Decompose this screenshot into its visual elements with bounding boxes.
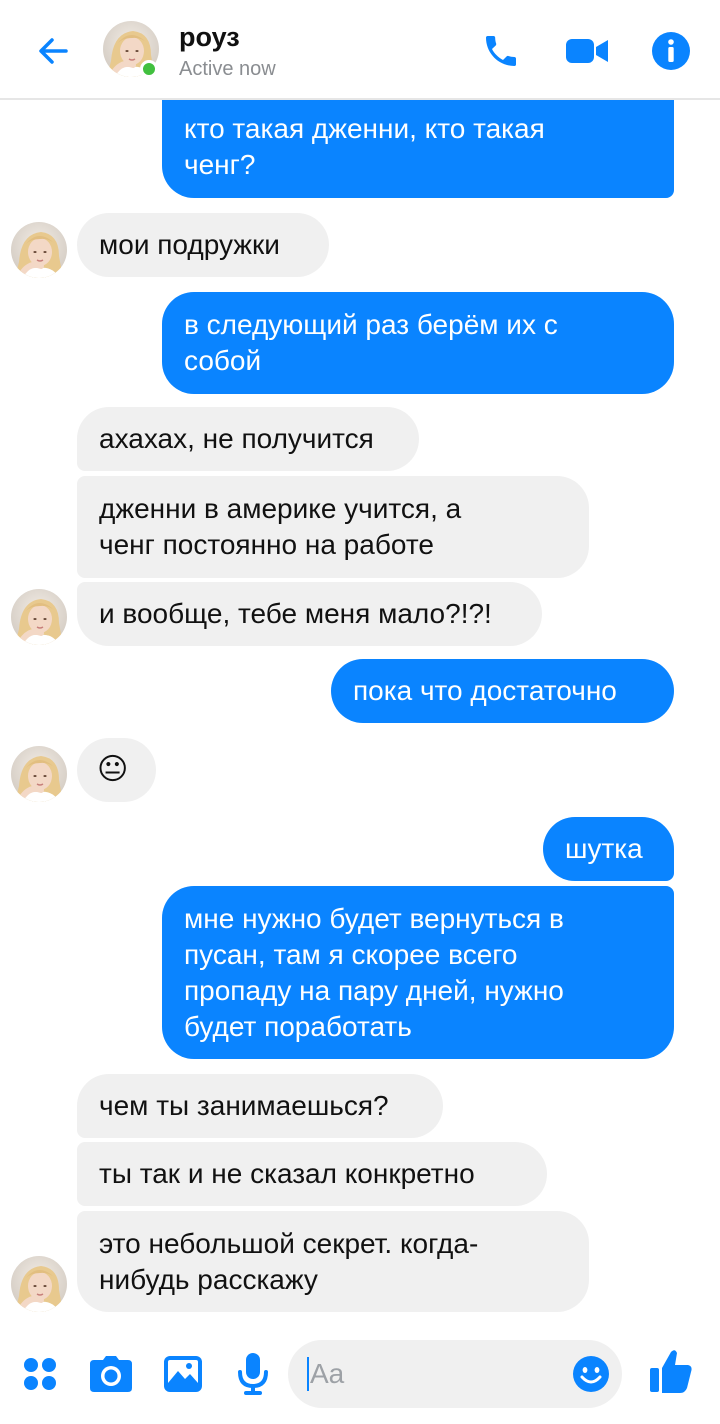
message-bubble-incoming[interactable]: ахахах, не получится <box>77 407 419 471</box>
message-input[interactable]: Aa <box>288 1340 622 1408</box>
message-bubble-outgoing[interactable]: кто такая дженни, кто такая ченг? <box>162 100 674 198</box>
contact-avatar <box>11 589 67 645</box>
message-bubble-incoming[interactable]: дженни в америке учится, а ченг постоянн… <box>77 476 589 578</box>
contact-avatar <box>11 746 67 802</box>
chat-header: роуз Active now <box>0 0 720 100</box>
contact-avatar <box>11 1256 67 1312</box>
message-bubble-outgoing[interactable]: в следующий раз берём их с собой <box>162 292 674 394</box>
composer-bar: Aa <box>0 1320 720 1424</box>
image-icon[interactable] <box>161 1352 205 1396</box>
four-dots-icon[interactable] <box>20 1354 60 1394</box>
contact-avatar <box>11 222 67 278</box>
message-bubble-incoming[interactable]: мои подружки <box>77 213 329 277</box>
info-icon[interactable] <box>648 28 694 74</box>
message-bubble-outgoing[interactable]: пока что достаточно <box>331 659 674 723</box>
thumbs-up-icon[interactable] <box>648 1346 694 1396</box>
message-bubble-incoming[interactable]: это небольшой секрет. когда- нибудь расс… <box>77 1211 589 1312</box>
message-bubble-incoming[interactable]: чем ты занимаешься? <box>77 1074 443 1138</box>
message-bubble-incoming[interactable]: ты так и не сказал конкретно <box>77 1142 547 1206</box>
online-indicator <box>140 60 158 78</box>
text-cursor <box>307 1357 309 1391</box>
message-bubble-outgoing[interactable]: мне нужно будет вернуться в пусан, там я… <box>162 886 674 1059</box>
message-bubble-incoming[interactable]: и вообще, тебе меня мало?!?! <box>77 582 542 646</box>
phone-icon[interactable] <box>478 28 524 74</box>
microphone-icon[interactable] <box>232 1350 274 1398</box>
neutral-face-emoji: 😐 <box>97 753 129 786</box>
camera-icon[interactable] <box>88 1352 134 1396</box>
message-bubble-incoming[interactable]: 😐 <box>77 738 156 802</box>
emoji-icon[interactable] <box>572 1355 610 1393</box>
contact-name[interactable]: роуз <box>179 22 240 53</box>
message-list[interactable]: кто такая дженни, кто такая ченг? мои по… <box>0 100 720 1320</box>
message-input-placeholder: Aa <box>310 1358 345 1389</box>
contact-status: Active now <box>179 58 276 80</box>
video-camera-icon[interactable] <box>564 28 610 74</box>
back-arrow-icon[interactable] <box>30 28 76 74</box>
message-bubble-outgoing[interactable]: шутка <box>543 817 674 881</box>
